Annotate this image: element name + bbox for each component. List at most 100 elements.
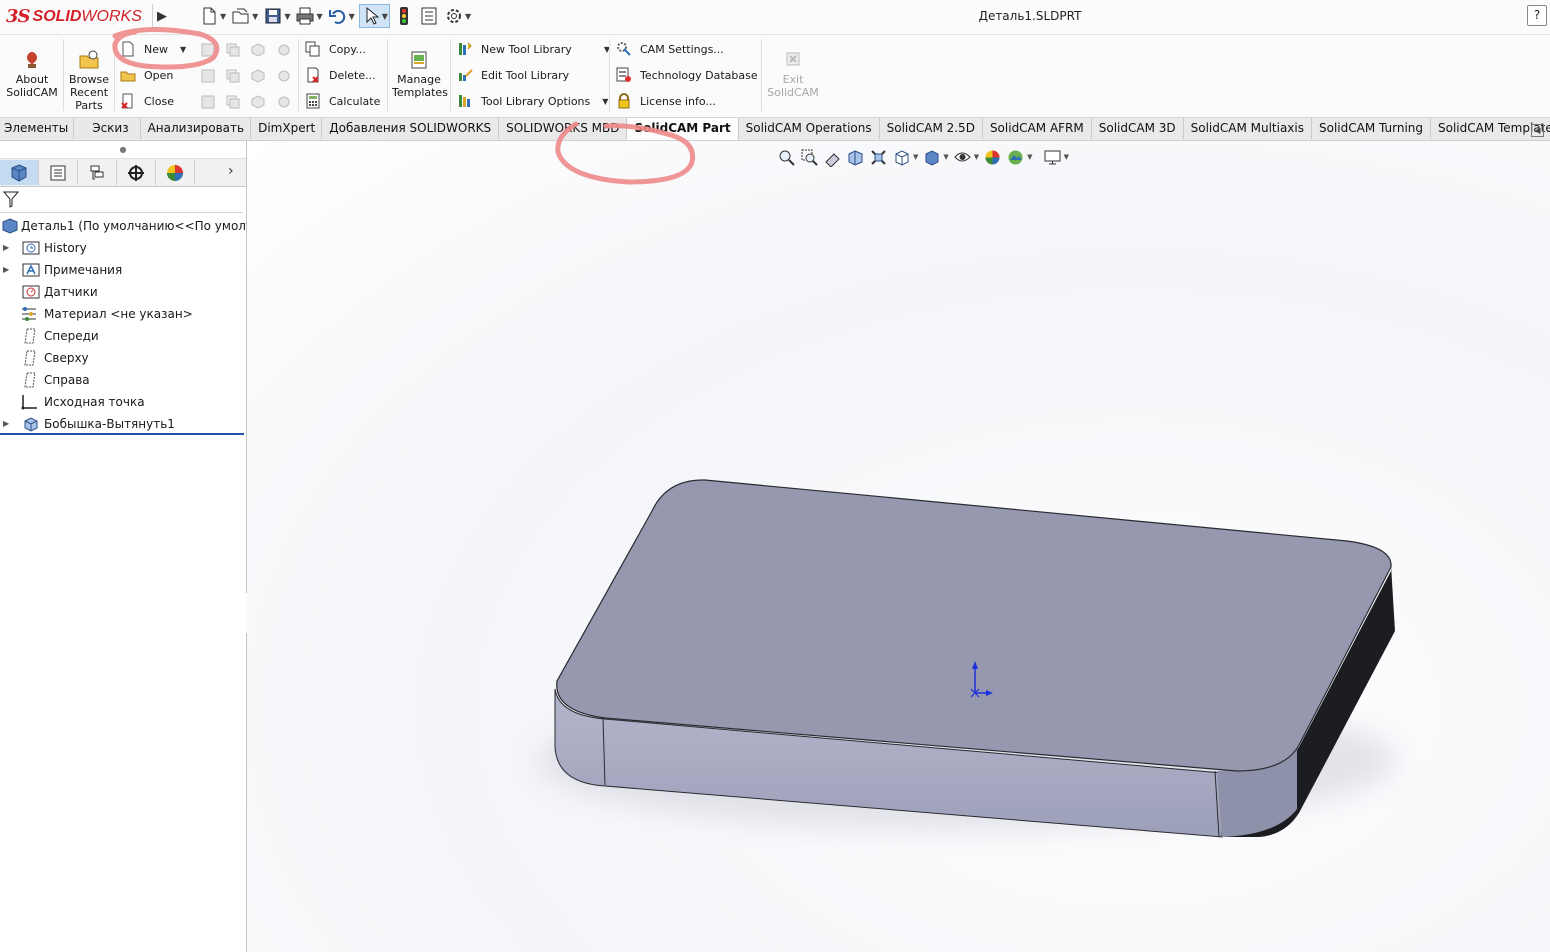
tab-solidcam-3d[interactable]: SolidCAM 3D <box>1091 118 1184 139</box>
expand-arrow-icon[interactable]: ▶ <box>3 413 9 435</box>
edit-tool-library-button[interactable]: Edit Tool Library <box>457 64 569 86</box>
new-tool-library-button[interactable]: New Tool Library ▼ <box>457 38 610 60</box>
undo-icon[interactable]: ▼ <box>327 5 356 27</box>
tab-dimxpert[interactable]: DimXpert <box>251 118 323 139</box>
property-manager-tab[interactable] <box>39 160 78 185</box>
new-dropdown-arrow-icon[interactable]: ▼ <box>180 45 186 54</box>
part-model-3d[interactable] <box>247 141 1550 952</box>
hide-show-items-icon[interactable]: ▼ <box>953 148 979 167</box>
extrude-icon <box>24 417 38 432</box>
calculate-button[interactable]: Calculate <box>305 90 380 112</box>
sensor-icon <box>22 285 40 299</box>
ribbon-separator <box>298 39 299 111</box>
heads-up-view-toolbar: ▼ ▼ ▼ ▼ ▼ <box>777 146 1069 168</box>
tree-item-annotations[interactable]: ▶ Примечания <box>0 259 246 281</box>
cam-settings-label: CAM Settings... <box>640 42 724 56</box>
more-tabs-chevron-icon[interactable]: › <box>228 163 234 179</box>
tab-solidcam-multiaxis[interactable]: SolidCAM Multiaxis <box>1183 118 1312 139</box>
edit-tool-library-icon <box>459 69 473 81</box>
file-properties-icon[interactable] <box>418 5 440 27</box>
tree-filter[interactable] <box>0 187 243 213</box>
tab-solidworks-mbd[interactable]: SOLIDWORKS MBD <box>499 118 628 139</box>
options-gear-icon[interactable]: ▼ <box>443 5 472 27</box>
tree-item-sensors[interactable]: Датчики <box>0 281 246 303</box>
disabled-copy-icon <box>226 69 240 83</box>
calculator-icon <box>306 93 320 109</box>
open-document-icon[interactable]: ▼ <box>230 5 259 27</box>
view-orientation-icon[interactable]: ▼ <box>892 148 918 167</box>
expand-arrow-icon[interactable]: ▶ <box>3 259 9 281</box>
tab-solidcam-25d[interactable]: SolidCAM 2.5D <box>879 118 983 139</box>
ribbon-separator <box>761 39 762 111</box>
configuration-manager-tab[interactable] <box>78 160 117 185</box>
panel-tabs: › <box>0 159 246 187</box>
zoom-to-fit-icon[interactable] <box>777 148 796 167</box>
cam-settings-button[interactable]: CAM Settings... <box>616 38 724 60</box>
new-document-icon[interactable]: ▼ <box>198 5 227 27</box>
tree-root-label: Деталь1 (По умолчанию<<По умолчан <box>21 219 269 233</box>
apply-scene-icon[interactable]: ▼ <box>1006 148 1033 167</box>
manage-templates-label: Manage Templates <box>392 73 448 99</box>
graphics-area[interactable]: ▼ ▼ ▼ ▼ ▼ <box>247 141 1550 952</box>
display-manager-tab[interactable] <box>156 160 195 185</box>
tree-item-boss-extrude[interactable]: ▶ Бобышка-Вытянуть1 <box>0 413 246 435</box>
tool-library-options-dropdown-arrow-icon[interactable]: ▼ <box>602 97 608 106</box>
collapse-panel-icon[interactable]: ◀ <box>1531 124 1544 137</box>
dimxpert-manager-tab[interactable] <box>117 160 156 185</box>
zoom-to-area-icon[interactable] <box>800 148 819 167</box>
disabled-part-icon <box>201 95 215 109</box>
tree-item-origin[interactable]: Исходная точка <box>0 391 246 413</box>
exit-solidcam-button[interactable]: Exit SolidCAM <box>764 49 822 99</box>
technology-database-button[interactable]: Technology Database <box>616 64 758 86</box>
select-arrow-icon[interactable]: ▼ <box>358 4 390 28</box>
new-part-button[interactable]: New ▼ <box>120 38 186 60</box>
tab-solidworks-addins[interactable]: Добавления SOLIDWORKS <box>322 118 500 139</box>
manage-templates-button[interactable]: Manage Templates <box>392 49 448 99</box>
close-part-button[interactable]: Close <box>120 90 174 112</box>
browse-recent-parts-button[interactable]: Browse Recent Parts <box>66 49 112 112</box>
print-icon[interactable]: ▼ <box>294 5 323 27</box>
close-label: Close <box>144 94 174 108</box>
delete-button[interactable]: Delete... <box>305 64 376 86</box>
dynamic-annotation-views-icon[interactable] <box>869 148 888 167</box>
tab-features[interactable]: Элементы <box>0 118 75 139</box>
tab-evaluate[interactable]: Анализировать <box>140 118 252 139</box>
rebuild-traffic-light-icon[interactable] <box>393 5 415 27</box>
folder-recent-icon <box>79 50 99 69</box>
tab-solidcam-afrm[interactable]: SolidCAM AFRM <box>982 118 1092 139</box>
tree-item-front-plane[interactable]: Спереди <box>0 325 246 347</box>
tool-library-options-button[interactable]: Tool Library Options ▼ <box>457 90 608 112</box>
disabled-cube-icon <box>251 43 265 57</box>
previous-view-icon[interactable] <box>823 148 842 167</box>
plane-icon <box>24 372 36 388</box>
open-part-button[interactable]: Open <box>120 64 173 86</box>
expand-arrow-icon[interactable]: ▶ <box>3 237 9 259</box>
tab-solidcam-operations[interactable]: SolidCAM Operations <box>738 118 880 139</box>
tree-item-label: Материал <не указан> <box>44 307 193 321</box>
menu-expand-arrow-icon[interactable]: ▶ <box>152 4 171 28</box>
tree-item-right-plane[interactable]: Справа <box>0 369 246 391</box>
edit-appearance-icon[interactable] <box>983 148 1002 167</box>
tree-item-top-plane[interactable]: Сверху <box>0 347 246 369</box>
license-info-button[interactable]: License info... <box>616 90 716 112</box>
solidcam-logo-icon <box>27 52 37 68</box>
rollback-bar[interactable] <box>0 433 244 435</box>
tab-solidcam-part[interactable]: SolidCAM Part <box>627 118 739 140</box>
about-solidcam-button[interactable]: About SolidCAM <box>5 49 59 99</box>
tab-solidcam-turning[interactable]: SolidCAM Turning <box>1312 118 1431 139</box>
section-view-icon[interactable] <box>846 148 865 167</box>
tree-item-history[interactable]: ▶ History <box>0 237 246 259</box>
solidworks-logo[interactable]: 3S SOLIDWORKS <box>6 3 148 30</box>
save-icon[interactable]: ▼ <box>262 5 291 27</box>
display-style-icon[interactable]: ▼ <box>922 148 949 167</box>
help-button[interactable]: ? <box>1527 5 1547 26</box>
lock-icon <box>618 93 630 109</box>
view-settings-monitor-icon[interactable]: ▼ <box>1043 148 1069 167</box>
tree-root-part[interactable]: Деталь1 (По умолчанию<<По умолчан <box>0 215 268 237</box>
tree-item-material[interactable]: Материал <не указан> <box>0 303 246 325</box>
feature-manager-tab[interactable] <box>0 160 39 185</box>
crosshair-icon <box>128 164 144 181</box>
tab-sketch[interactable]: Эскиз <box>74 118 141 139</box>
copy-button[interactable]: Copy... <box>305 38 366 60</box>
panel-grip[interactable]: ● <box>0 141 246 159</box>
